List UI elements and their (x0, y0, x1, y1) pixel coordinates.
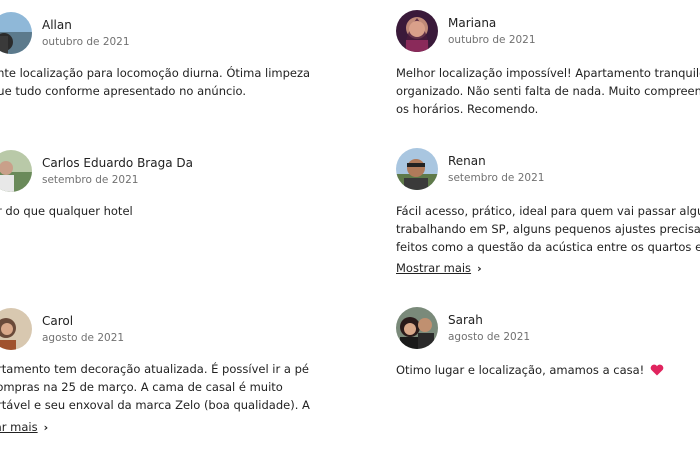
reviewer-name: Mariana (448, 16, 497, 30)
avatar-sarah-image (396, 307, 438, 349)
review-text: ente localização para locomoção diurna. … (0, 64, 310, 100)
review-mariana: Mariana outubro de 2021 Melhor localizaç… (396, 10, 700, 120)
reviewer-name: Carlos Eduardo Braga Da (42, 156, 193, 170)
show-more-link[interactable]: Mostrar mais › (396, 261, 482, 275)
avatar[interactable] (0, 150, 32, 192)
review-text-line: or do que qualquer hotel (0, 204, 133, 218)
avatar-renan-image (396, 148, 438, 190)
show-more-label: Mostrar mais (396, 261, 472, 275)
chevron-right-icon: › (477, 262, 482, 275)
review-sarah: Sarah agosto de 2021 Otimo lugar e local… (396, 307, 700, 387)
review-text: artamento tem decoração atualizada. É po… (0, 360, 310, 414)
review-date: agosto de 2021 (42, 332, 125, 344)
avatar[interactable] (396, 10, 438, 52)
review-text-line: Otimo lugar e localização, amamos a casa… (396, 363, 645, 377)
avatar[interactable] (396, 148, 438, 190)
avatar-carlos-image (0, 150, 32, 192)
show-more-label: rar mais (0, 420, 38, 434)
review-text-line: gue tudo conforme apresentado no anúncio… (0, 84, 246, 98)
reviewer-name: Carol (42, 314, 74, 328)
review-text-line: Fácil acesso, prático, ideal para quem v… (396, 204, 700, 218)
review-date: outubro de 2021 (42, 36, 130, 48)
avatar[interactable] (0, 308, 32, 350)
review-date: outubro de 2021 (448, 34, 536, 46)
reviewer-name: Allan (42, 18, 72, 32)
heart-emoji-icon (650, 364, 664, 376)
avatar-allan-image (0, 12, 32, 54)
review-text: Fácil acesso, prático, ideal para quem v… (396, 202, 700, 256)
review-text: Otimo lugar e localização, amamos a casa… (396, 361, 700, 379)
review-date: setembro de 2021 (448, 172, 545, 184)
review-carlos: Carlos Eduardo Braga Da setembro de 2021… (0, 150, 310, 230)
reviewer-name: Renan (448, 154, 486, 168)
review-text-line: ente localização para locomoção diurna. … (0, 66, 310, 80)
reviews-page: Allan outubro de 2021 ente localização p… (0, 0, 700, 462)
review-text: or do que qualquer hotel (0, 202, 310, 220)
review-carol: Carol agosto de 2021 artamento tem decor… (0, 308, 310, 438)
reviewer-name: Sarah (448, 313, 483, 327)
review-date: setembro de 2021 (42, 174, 139, 186)
avatar-mariana-image (396, 10, 438, 52)
review-text-line: organizado. Não senti falta de nada. Mui… (396, 84, 700, 98)
review-renan: Renan setembro de 2021 Fácil acesso, prá… (396, 148, 700, 278)
review-text-line: feitos como a questão da acústica entre … (396, 240, 700, 254)
review-text-line: Melhor localização impossível! Apartamen… (396, 66, 700, 80)
review-text-line: trabalhando em SP, alguns pequenos ajust… (396, 222, 700, 236)
review-allan: Allan outubro de 2021 ente localização p… (0, 12, 310, 102)
review-text-line: ortável e seu enxoval da marca Zelo (boa… (0, 398, 310, 412)
avatar[interactable] (396, 307, 438, 349)
avatar[interactable] (0, 12, 32, 54)
review-text-line: compras na 25 de março. A cama de casal … (0, 380, 283, 394)
review-text-line: os horários. Recomendo. (396, 102, 539, 116)
review-date: agosto de 2021 (448, 331, 531, 343)
review-text-line: artamento tem decoração atualizada. É po… (0, 362, 309, 376)
show-more-link[interactable]: rar mais › (0, 420, 48, 434)
review-text: Melhor localização impossível! Apartamen… (396, 64, 700, 118)
avatar-carol-image (0, 308, 32, 350)
chevron-right-icon: › (43, 421, 49, 434)
